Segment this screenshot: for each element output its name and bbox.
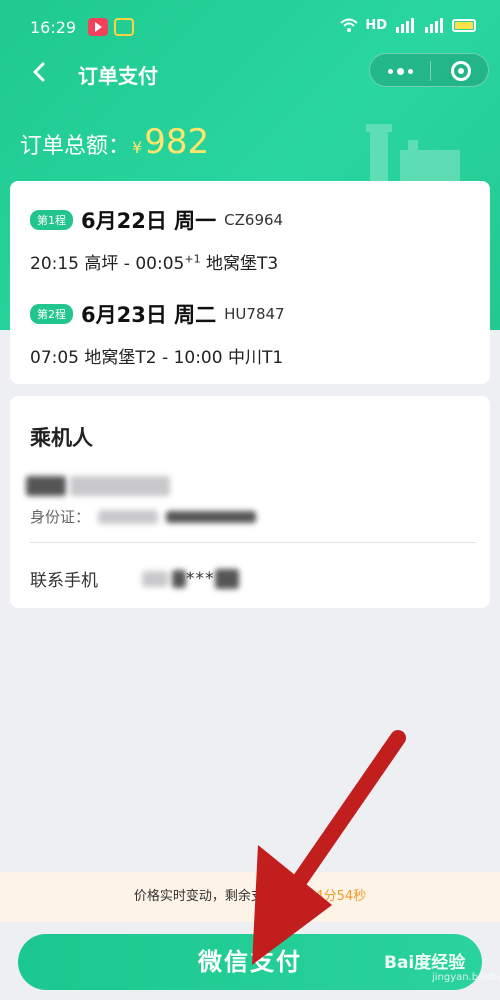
watermark-brand: Bai度经验	[384, 953, 466, 973]
close-miniprogram-button[interactable]	[431, 54, 490, 88]
signal-4g-icon	[396, 18, 414, 33]
total-label: 订单总额：	[20, 134, 131, 159]
battery-icon	[452, 18, 476, 32]
status-indicators: HD	[340, 17, 476, 33]
leg-date: 6月22日 周一	[81, 209, 217, 233]
arrive-airport: 中川T1	[227, 348, 284, 368]
page-title: 订单支付	[78, 64, 158, 88]
passenger-card: 乘机人 身份证： 联系手机 ***	[10, 396, 490, 608]
target-close-icon	[450, 61, 471, 81]
flight-number: CZ6964	[224, 211, 284, 229]
flight-number: HU7847	[224, 305, 285, 323]
depart-airport: 高坪	[84, 254, 119, 274]
arrive-time: 00:05	[135, 254, 185, 274]
watermark-url: jingyan.baidu.com	[432, 972, 500, 983]
miniprogram-capsule	[369, 53, 489, 87]
id-number-redacted	[98, 509, 159, 524]
total-amount: 982	[144, 122, 210, 162]
countdown-timer: 14分54秒	[307, 889, 367, 904]
contact-phone-label: 联系手机	[30, 571, 98, 591]
tv-app-icon	[114, 18, 134, 36]
phone-mask: ***	[186, 568, 215, 589]
more-dot-icon	[407, 68, 413, 74]
id-card-row: 身份证：	[30, 506, 257, 527]
depart-time: 07:05	[30, 348, 79, 368]
flight-info-card: 第1程 6月22日 周一 CZ6964 20:15 高坪 - 00:05+1 地窝堡…	[10, 181, 490, 384]
more-dot-icon	[396, 67, 404, 75]
depart-time: 20:15	[30, 254, 79, 274]
leg-route: 20:15 高坪 - 00:05+1 地窝堡T3	[30, 252, 279, 274]
notice-text: 价格实时变动，剩余支付时间	[133, 889, 303, 904]
payment-countdown-notice: 价格实时变动，剩余支付时间 14分54秒	[0, 872, 500, 922]
flight-leg-1: 第1程 6月22日 周一 CZ6964 20:15 高坪 - 00:05+1 地窝堡…	[30, 205, 283, 274]
wifi-icon	[340, 18, 358, 32]
status-bar: 16:29 HD	[0, 0, 500, 56]
order-total: 订单总额： ¥ 982	[20, 122, 209, 162]
navigation-bar: 订单支付	[0, 50, 500, 96]
arrive-airport: 地窝堡T3	[205, 254, 279, 274]
signal-3g-icon	[425, 18, 443, 33]
back-arrow-icon[interactable]	[28, 60, 52, 84]
leg-badge: 第2程	[30, 304, 73, 324]
phone-prefix-redacted	[142, 570, 168, 587]
divider	[30, 542, 476, 543]
next-day-marker: +1	[184, 252, 201, 266]
more-options-button[interactable]	[370, 54, 430, 88]
baidu-jingyan-watermark: Bai度经验 jingyan.baidu.com	[384, 948, 500, 983]
more-dot-icon	[387, 68, 393, 74]
network-hd-label: HD	[365, 17, 387, 33]
passenger-section-title: 乘机人	[30, 426, 93, 450]
id-card-label: 身份证：	[30, 508, 91, 526]
leg-route: 07:05 地窝堡T2 - 10:00 中川T1	[30, 348, 284, 368]
status-time: 16:29	[30, 18, 77, 37]
leg-date: 6月23日 周二	[81, 303, 217, 327]
phone-suffix-redacted	[214, 568, 239, 589]
video-app-icon	[88, 18, 108, 36]
passenger-name-redacted	[26, 476, 176, 496]
depart-airport: 地窝堡T2	[84, 348, 157, 368]
contact-phone-row: 联系手机 ***	[30, 566, 239, 591]
currency-symbol: ¥	[132, 138, 143, 157]
leg-badge: 第1程	[30, 210, 73, 230]
flight-leg-2: 第2程 6月23日 周二 HU7847 07:05 地窝堡T2 - 10:00 中川…	[30, 299, 285, 368]
arrive-time: 10:00	[173, 348, 223, 368]
